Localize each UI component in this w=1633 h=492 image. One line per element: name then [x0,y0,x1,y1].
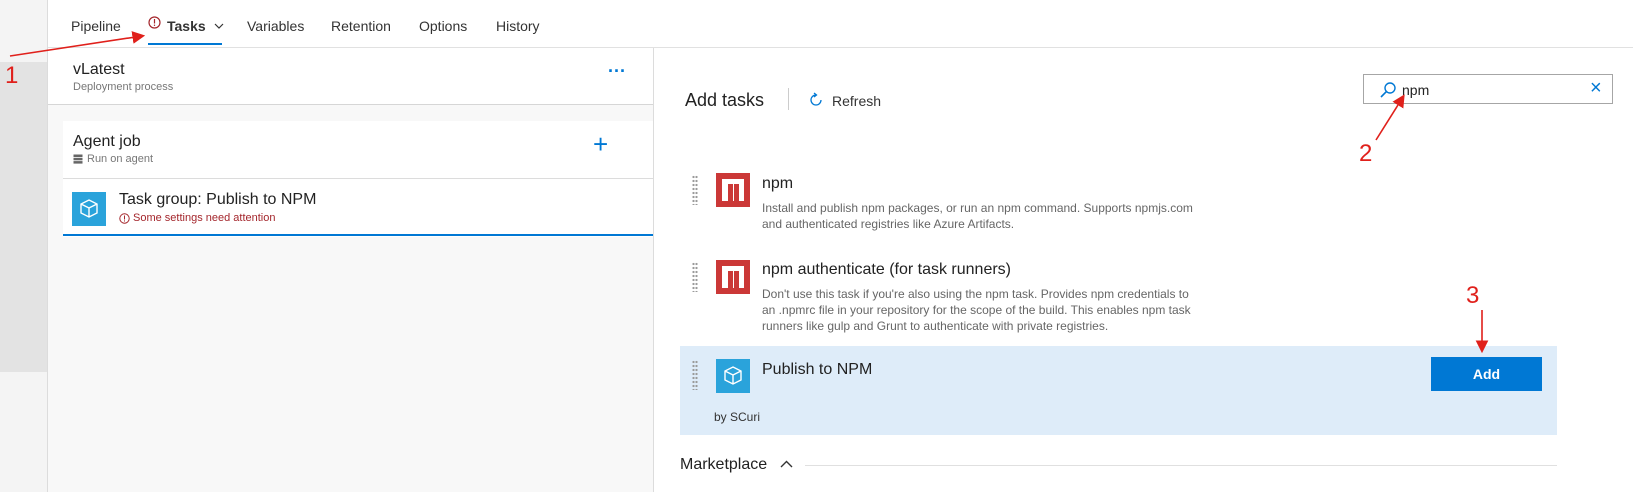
annotation-arrows [9,31,1489,354]
annotation-step-1: 1 [5,62,19,89]
annotation-step-2: 2 [1359,140,1373,167]
annotation-step-3: 3 [1466,282,1480,309]
